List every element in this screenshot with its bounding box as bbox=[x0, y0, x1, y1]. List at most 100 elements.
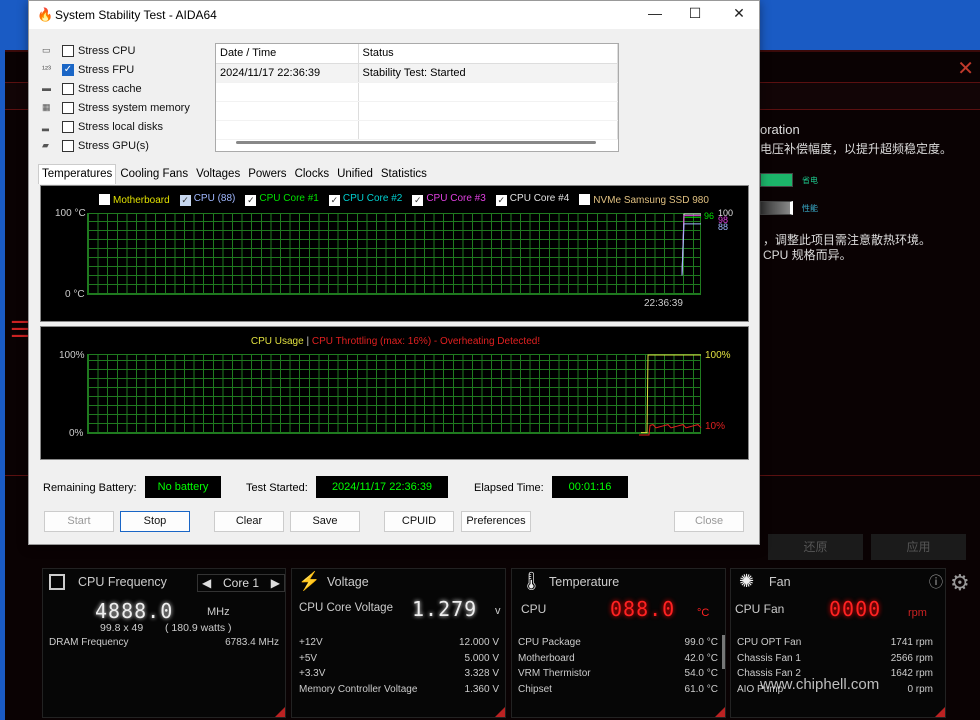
reading-label: +12V bbox=[299, 637, 323, 648]
checkbox[interactable] bbox=[62, 120, 74, 133]
tab-voltages[interactable]: Voltages bbox=[192, 164, 244, 184]
reading-value: 5.000 V bbox=[464, 652, 499, 664]
temperature-panel: 🌡 Temperature CPU 088.0 °C CPU Package 99… bbox=[511, 568, 726, 718]
panel-title: CPU Frequency bbox=[78, 575, 167, 589]
rog-heading: oration bbox=[760, 122, 800, 137]
cpu-chip-icon bbox=[49, 574, 65, 590]
stress-option[interactable]: ▭ Stress CPU bbox=[42, 41, 190, 60]
prev-core-icon[interactable]: ◀ bbox=[202, 576, 211, 590]
stress-option[interactable]: ¹²³ ✓ Stress FPU bbox=[42, 60, 190, 79]
performance-bar[interactable] bbox=[760, 201, 793, 215]
stress-device-icon: ▂ bbox=[42, 120, 49, 131]
title-bar: 🔥 System Stability Test - AIDA64 — ☐ ✕ bbox=[29, 1, 759, 29]
expand-corner-icon[interactable] bbox=[715, 707, 725, 717]
reading-row: Memory Controller Voltage 1.360 V bbox=[299, 684, 499, 700]
cpu-core-voltage-value: 1.279 bbox=[412, 597, 478, 621]
info-icon[interactable]: ⓘ bbox=[929, 572, 943, 592]
throttle-end-label: 10% bbox=[705, 421, 726, 432]
checkbox[interactable]: ✓ bbox=[62, 63, 74, 76]
panel-title: Fan bbox=[769, 575, 791, 589]
save-button[interactable]: Save bbox=[290, 511, 360, 532]
core-selector-value: Core 1 bbox=[222, 576, 260, 590]
checkbox[interactable] bbox=[62, 139, 74, 152]
expand-corner-icon[interactable] bbox=[495, 707, 505, 717]
tab-clocks[interactable]: Clocks bbox=[291, 164, 334, 184]
stress-option[interactable]: ▰ Stress GPU(s) bbox=[42, 136, 190, 155]
reading-row: +12V 12.000 V bbox=[299, 637, 499, 653]
reset-button[interactable]: 还原 bbox=[768, 534, 863, 560]
rog-desc: 电压补偿幅度，以提升超频稳定度。 bbox=[760, 142, 953, 156]
cpu-frequency-value: 4888.0 bbox=[95, 599, 174, 623]
reading-row: +5V 5.000 V bbox=[299, 653, 499, 669]
reading-value: 99.0 °C bbox=[684, 637, 718, 648]
test-started-label: Test Started: bbox=[246, 482, 308, 494]
reading-value: 61.0 °C bbox=[684, 683, 718, 695]
tab-unified[interactable]: Unified bbox=[333, 164, 377, 184]
checkbox[interactable] bbox=[62, 44, 74, 57]
voltage-panel: ⚡ Voltage CPU Core Voltage 1.279 v +12V 1… bbox=[291, 568, 506, 718]
temp-series-line bbox=[681, 216, 701, 276]
cpu-temp-label: CPU bbox=[521, 602, 547, 616]
checkbox[interactable] bbox=[62, 101, 74, 114]
reading-row: Motherboard 42.0 °C bbox=[518, 653, 718, 669]
rog-note-2: CPU 规格而异。 bbox=[763, 248, 852, 262]
clear-button[interactable]: Clear bbox=[214, 511, 284, 532]
reading-row: Chipset 61.0 °C bbox=[518, 684, 718, 700]
start-button[interactable]: Start bbox=[44, 511, 114, 532]
reading-value: 12.000 V bbox=[458, 637, 499, 648]
rog-close-icon[interactable]: ✕ bbox=[957, 56, 974, 81]
tab-cooling-fans[interactable]: Cooling Fans bbox=[116, 164, 192, 184]
elapsed-label: Elapsed Time: bbox=[474, 482, 544, 494]
temp-series-line bbox=[681, 223, 701, 276]
tab-statistics[interactable]: Statistics bbox=[377, 164, 431, 184]
cpuid-button[interactable]: CPUID bbox=[384, 511, 454, 532]
fan-panel: ✺ Fan ⓘ CPU Fan 0000 rpm CPU OPT Fan 1741… bbox=[730, 568, 946, 718]
cpu-usage-line bbox=[641, 354, 701, 434]
minimize-button[interactable]: — bbox=[645, 5, 665, 25]
temp-scrollbar[interactable] bbox=[722, 635, 725, 669]
stress-option[interactable]: ▦ Stress system memory bbox=[42, 98, 190, 117]
next-core-icon[interactable]: ▶ bbox=[271, 576, 280, 590]
stress-label: Stress system memory bbox=[78, 101, 190, 114]
reading-label: Chipset bbox=[518, 683, 552, 695]
reading-row: VRM Thermistor 54.0 °C bbox=[518, 668, 718, 684]
reading-label: +3.3V bbox=[299, 668, 326, 679]
menu-icon[interactable]: ☰ bbox=[10, 317, 30, 343]
maximize-button[interactable]: ☐ bbox=[685, 5, 705, 25]
temp-series-line bbox=[681, 215, 701, 276]
stress-device-icon: ▦ bbox=[42, 101, 51, 112]
expand-corner-icon[interactable] bbox=[275, 707, 285, 717]
reading-label: CPU OPT Fan bbox=[737, 637, 802, 648]
power-save-bar[interactable] bbox=[760, 173, 793, 187]
log-horizontal-scrollbar[interactable] bbox=[236, 141, 596, 144]
fan-icon: ✺ bbox=[739, 571, 755, 591]
reading-value: 1.360 V bbox=[464, 683, 499, 695]
core-selector[interactable]: ◀ Core 1 ▶ bbox=[197, 574, 285, 592]
expand-corner-icon[interactable] bbox=[935, 707, 945, 717]
dram-frequency-row: DRAM Frequency 6783.4 MHz bbox=[49, 637, 279, 648]
close-dialog-button[interactable]: Close bbox=[674, 511, 744, 532]
reading-row: Chassis Fan 1 2566 rpm bbox=[737, 653, 933, 669]
close-button[interactable]: ✕ bbox=[729, 5, 749, 25]
battery-label: Remaining Battery: bbox=[43, 482, 137, 494]
preferences-button[interactable]: Preferences bbox=[461, 511, 531, 532]
log-row[interactable]: 2024/11/17 22:36:39 Stability Test: Start… bbox=[216, 63, 618, 83]
flame-icon: 🔥 bbox=[37, 7, 54, 22]
aida64-window: 🔥 System Stability Test - AIDA64 — ☐ ✕ ▭… bbox=[28, 0, 760, 545]
checkbox[interactable] bbox=[62, 82, 74, 95]
stress-option[interactable]: ▬ Stress cache bbox=[42, 79, 190, 98]
apply-button[interactable]: 应用 bbox=[871, 534, 966, 560]
reading-label: VRM Thermistor bbox=[518, 668, 591, 679]
elapsed-value: 00:01:16 bbox=[552, 476, 628, 498]
performance-label: 性能 bbox=[802, 204, 818, 213]
settings-gear-icon[interactable]: ⚙ bbox=[950, 570, 970, 596]
usage-lines bbox=[639, 354, 702, 436]
tab-powers[interactable]: Powers bbox=[244, 164, 290, 184]
reading-value: 54.0 °C bbox=[684, 668, 718, 679]
cpu-throttling-line bbox=[639, 424, 702, 436]
tab-temperatures[interactable]: Temperatures bbox=[38, 164, 117, 184]
stress-option[interactable]: ▂ Stress local disks bbox=[42, 117, 190, 136]
reading-row: +3.3V 3.328 V bbox=[299, 668, 499, 684]
temp-series-line bbox=[681, 213, 701, 276]
stop-button[interactable]: Stop bbox=[120, 511, 190, 532]
